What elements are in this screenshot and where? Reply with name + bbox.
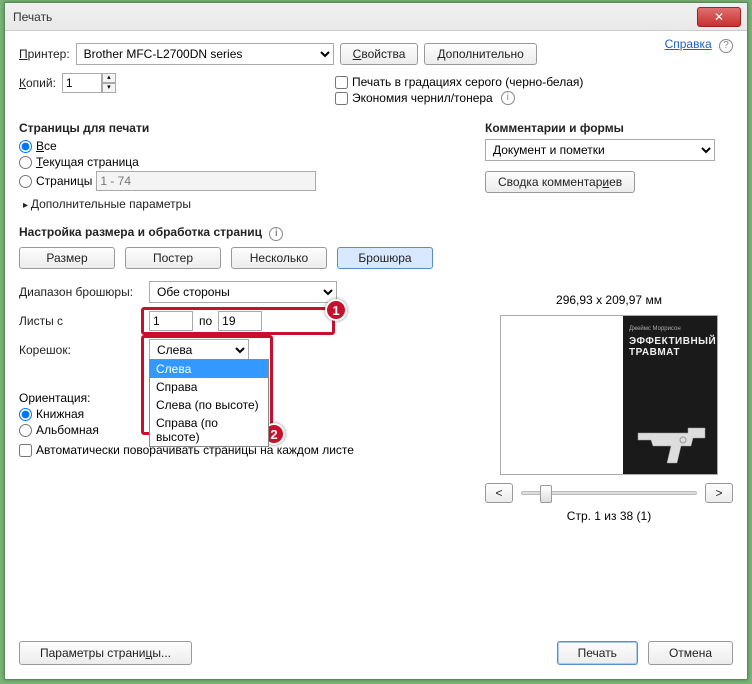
help-icon[interactable]: ?	[719, 39, 733, 53]
binding-label: Корешок:	[19, 343, 143, 357]
grayscale-checkbox[interactable]	[335, 76, 348, 89]
sheets-from-input[interactable]	[149, 311, 193, 331]
binding-option[interactable]: Слева	[150, 360, 268, 378]
portrait-label: Книжная	[36, 407, 84, 421]
landscape-radio[interactable]	[19, 424, 32, 437]
pages-range-radio[interactable]	[19, 175, 32, 188]
comments-summary-button[interactable]: Сводка комментариевСводка комментариев	[485, 171, 635, 193]
window-title: Печать	[13, 10, 697, 24]
info-icon[interactable]: i	[501, 91, 515, 105]
preview-dimensions: 296,93 x 209,97 мм	[485, 293, 733, 307]
cancel-button[interactable]: Отмена	[648, 641, 733, 665]
book-cover: Джеймс Моррисон ЭФФЕКТИВНЫЙ ТРАВМАТ	[623, 316, 717, 474]
pages-all-radio[interactable]	[19, 140, 32, 153]
sheets-sep: по	[199, 314, 212, 328]
book-title-1: ЭФФЕКТИВНЫЙ	[629, 336, 711, 347]
tab-size[interactable]: Размер	[19, 247, 115, 269]
page-setup-button[interactable]: Параметры страницы...Параметры страницы.…	[19, 641, 192, 665]
pistol-icon	[633, 418, 713, 468]
savetoner-checkbox[interactable]	[335, 92, 348, 105]
pages-current-label: Текущая страницаТекущая страница	[36, 155, 139, 169]
comments-select[interactable]: Документ и пометки	[485, 139, 715, 161]
titlebar: Печать ✕	[5, 3, 747, 31]
tab-booklet[interactable]: Брошюра	[337, 247, 433, 269]
sizing-section-title: Настройка размера и обработка страниц i	[19, 225, 461, 241]
pages-range-label: Страницы	[36, 174, 92, 188]
preview-slider[interactable]	[521, 491, 697, 495]
printer-select[interactable]: Brother MFC-L2700DN series	[76, 43, 334, 65]
copies-down[interactable]: ▾	[102, 83, 116, 93]
sheets-to-input[interactable]	[218, 311, 262, 331]
binding-option[interactable]: Справа	[150, 378, 268, 396]
autorotate-checkbox[interactable]	[19, 444, 32, 457]
slider-thumb[interactable]	[540, 485, 552, 503]
tab-multiple[interactable]: Несколько	[231, 247, 327, 269]
sheets-label: Листы с	[19, 314, 143, 328]
booklet-subset-label: Диапазон брошюры:	[19, 285, 143, 299]
preview-pane: Джеймс Моррисон ЭФФЕКТИВНЫЙ ТРАВМАТ	[500, 315, 718, 475]
pages-range-input[interactable]	[96, 171, 316, 191]
close-button[interactable]: ✕	[697, 7, 741, 27]
more-options-disclosure[interactable]: Дополнительные параметры	[19, 193, 461, 213]
print-dialog: Печать ✕ Справка ? ППринтер:ринтер: Brot…	[4, 2, 748, 680]
book-author: Джеймс Моррисон	[629, 326, 711, 332]
tab-poster[interactable]: Постер	[125, 247, 221, 269]
binding-option[interactable]: Справа (по высоте)	[150, 414, 268, 446]
binding-option[interactable]: Слева (по высоте)	[150, 396, 268, 414]
advanced-button[interactable]: ДополнительноДополнительно	[424, 43, 536, 65]
copies-input[interactable]	[62, 73, 102, 93]
portrait-radio[interactable]	[19, 408, 32, 421]
pages-all-label: ВсеВсе	[36, 139, 57, 153]
pages-section-title: Страницы для печати	[19, 121, 461, 135]
book-title-2: ТРАВМАТ	[629, 347, 711, 358]
copies-label: Копий:Копий:	[19, 76, 56, 90]
pages-current-radio[interactable]	[19, 156, 32, 169]
landscape-label: Альбомная	[36, 423, 99, 437]
print-button[interactable]: Печать	[557, 641, 638, 665]
callout-1: 1	[325, 299, 347, 321]
preview-next-button[interactable]: >	[705, 483, 733, 503]
savetoner-label: Экономия чернил/тонера	[352, 91, 493, 105]
copies-up[interactable]: ▴	[102, 73, 116, 83]
preview-prev-button[interactable]: <	[485, 483, 513, 503]
help-link[interactable]: Справка	[665, 37, 712, 51]
comments-section-title: Комментарии и формы	[485, 121, 733, 135]
booklet-subset-select[interactable]: Обе стороны	[149, 281, 337, 303]
binding-dropdown-list: Слева Справа Слева (по высоте) Справа (п…	[149, 359, 269, 447]
page-indicator: Стр. 1 из 38 (1)	[485, 509, 733, 523]
info-icon[interactable]: i	[269, 227, 283, 241]
printer-label: ППринтер:ринтер:	[19, 47, 70, 61]
binding-select[interactable]: Слева	[149, 339, 249, 361]
grayscale-label: Печать в градациях серого (черно-белая)	[352, 75, 583, 89]
properties-button[interactable]: СвойстваСвойства	[340, 43, 419, 65]
